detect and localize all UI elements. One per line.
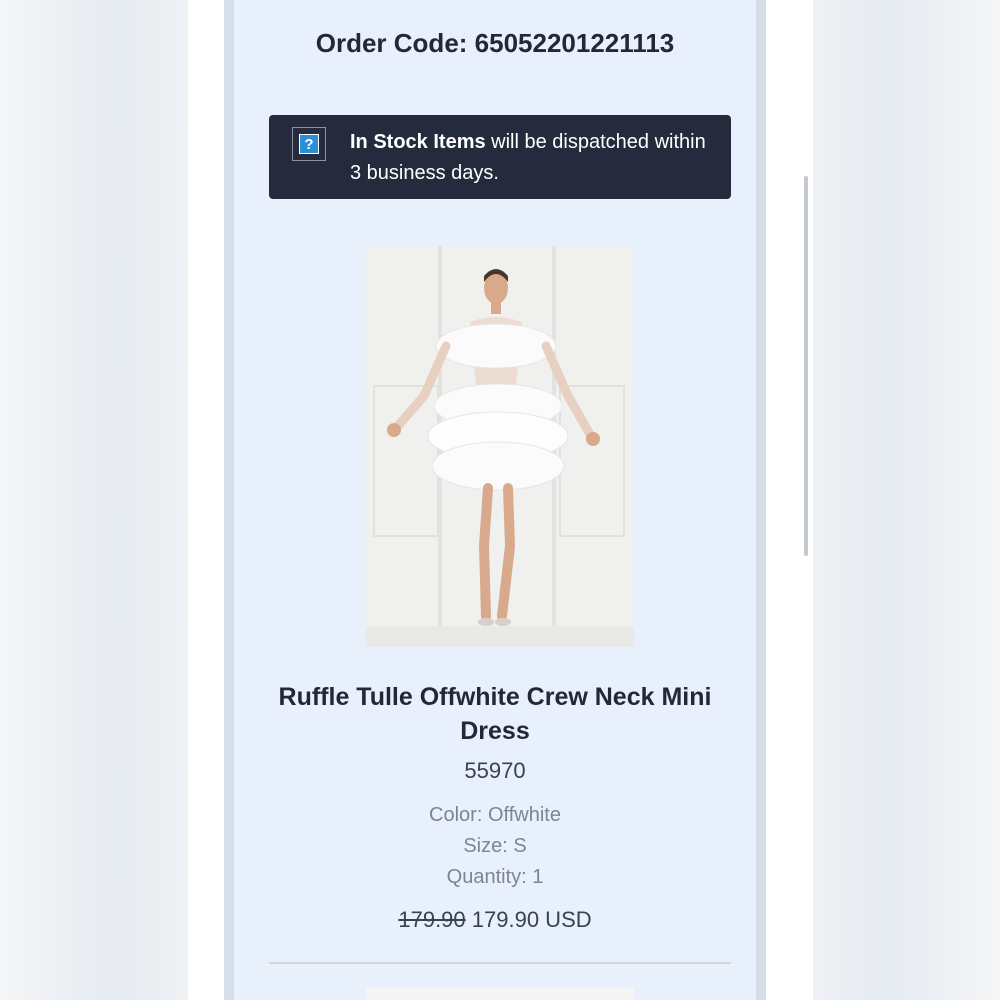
order-code-heading: Order Code: 65052201221113 xyxy=(234,28,756,59)
order-summary-panel: Order Code: 65052201221113 ? In Stock It… xyxy=(224,0,766,1000)
dress-photo xyxy=(366,246,634,647)
item-divider xyxy=(269,962,731,964)
product-color: Color: Offwhite xyxy=(429,804,561,826)
background-left xyxy=(0,0,188,1000)
price-row: 179.90 179.90 USD xyxy=(234,907,756,933)
dispatch-notice-text: In Stock Items will be dispatched within… xyxy=(350,127,710,189)
dispatch-notice: ? In Stock Items will be dispatched with… xyxy=(269,115,731,199)
scrollbar[interactable] xyxy=(804,176,808,556)
question-icon-glyph: ? xyxy=(299,134,319,154)
product-title[interactable]: Ruffle Tulle Offwhite Crew Neck Mini Dre… xyxy=(254,680,736,748)
order-code-label: Order Code: xyxy=(315,28,468,58)
current-price: 179.90 USD xyxy=(471,907,592,932)
next-item-image-edge xyxy=(366,988,634,1000)
question-icon[interactable]: ? xyxy=(292,127,326,161)
background-right xyxy=(813,0,1000,1000)
order-code-value: 65052201221113 xyxy=(474,28,675,58)
dispatch-notice-strong: In Stock Items xyxy=(350,131,486,153)
product-sku: 55970 xyxy=(464,758,526,783)
original-price: 179.90 xyxy=(398,907,466,932)
phone-screen: Order Code: 65052201221113 ? In Stock It… xyxy=(188,0,813,1000)
product-size: Size: S xyxy=(463,835,527,857)
product-image[interactable] xyxy=(366,246,634,647)
product-quantity: Quantity: 1 xyxy=(446,866,544,888)
